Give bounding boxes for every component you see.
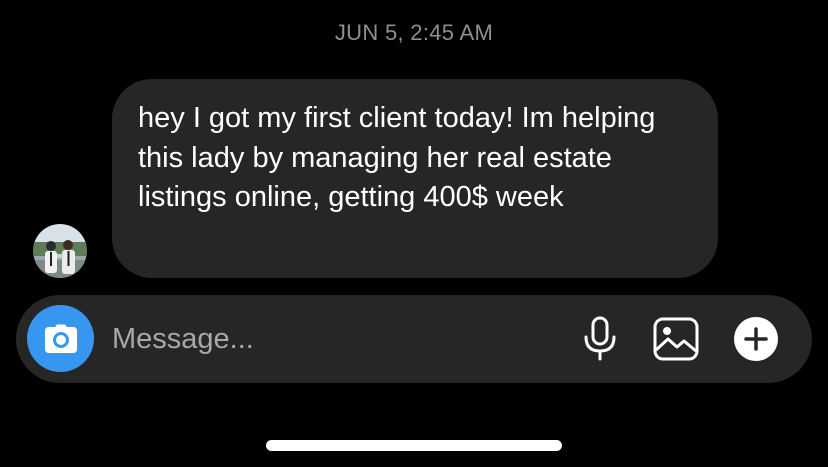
message-input[interactable] [112, 317, 552, 361]
chat-screen: JUN 5, 2:45 AM hey I got my first client… [0, 0, 828, 467]
microphone-icon [584, 316, 616, 361]
message-composer [16, 295, 812, 383]
message-bubble[interactable]: hey I got my first client today! Im help… [112, 79, 718, 278]
avatar-photo-icon [33, 224, 87, 278]
microphone-button[interactable] [576, 315, 624, 363]
gallery-icon [653, 317, 699, 361]
message-timestamp: JUN 5, 2:45 AM [334, 20, 494, 45]
plus-icon [734, 317, 778, 361]
message-text: hey I got my first client today! Im help… [138, 102, 656, 213]
camera-icon [44, 324, 77, 353]
add-button[interactable] [732, 315, 780, 363]
home-indicator[interactable] [266, 440, 562, 451]
sender-avatar[interactable] [33, 224, 87, 278]
camera-button[interactable] [27, 305, 94, 372]
gallery-button[interactable] [652, 315, 700, 363]
